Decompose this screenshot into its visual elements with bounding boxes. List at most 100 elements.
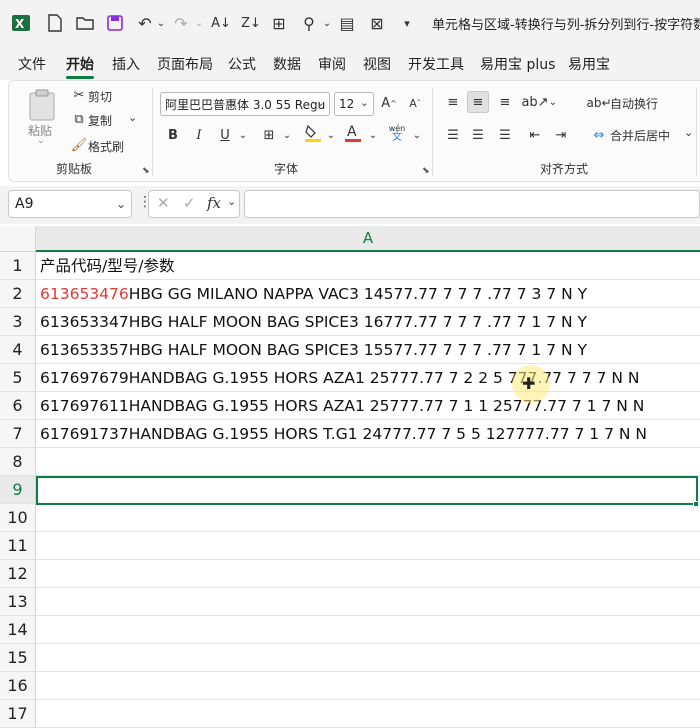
cell-a1[interactable]: 产品代码/型号/参数 — [36, 252, 700, 280]
open-folder-icon[interactable] — [74, 12, 96, 34]
tab-formulas[interactable]: 公式 — [228, 54, 256, 74]
row-header[interactable]: 15 — [0, 644, 36, 672]
italic-icon[interactable]: I — [188, 124, 210, 146]
tab-insert[interactable]: 插入 — [112, 54, 140, 74]
font-launcher-icon[interactable]: ⬊ — [422, 166, 430, 176]
cell-a13[interactable] — [36, 588, 700, 616]
font-name-select[interactable]: 阿里巴巴普惠体 3.0 55 Regu ⌄ — [160, 92, 330, 116]
name-box[interactable]: A9 ⌄ — [8, 190, 132, 218]
find-dropdown-icon[interactable]: ⌄ — [316, 12, 338, 34]
row-header[interactable]: 11 — [0, 532, 36, 560]
cell-a12[interactable] — [36, 560, 700, 588]
new-file-icon[interactable] — [44, 12, 66, 34]
row-header[interactable]: 9 — [0, 476, 36, 504]
row-header[interactable]: 6 — [0, 392, 36, 420]
tab-view[interactable]: 视图 — [363, 54, 391, 74]
row-header[interactable]: 7 — [0, 420, 36, 448]
row-header[interactable]: 16 — [0, 672, 36, 700]
decrease-font-size-icon[interactable]: Aˇ — [404, 92, 426, 114]
align-top-icon[interactable]: ≡ — [442, 91, 464, 113]
phonetic-dropdown-icon[interactable]: ⌄ — [406, 124, 428, 146]
copy-dropdown-icon[interactable]: ⌄ — [128, 111, 137, 124]
phonetic-guide-icon[interactable]: wén 文 — [386, 122, 408, 144]
tab-easyuse[interactable]: 易用宝 — [568, 54, 610, 74]
cell-a4[interactable]: 613653357HBG HALF MOON BAG SPICE3 15577.… — [36, 336, 700, 364]
row-header[interactable]: 10 — [0, 504, 36, 532]
tab-easyuse-plus[interactable]: 易用宝 plus — [480, 54, 555, 74]
ribbon-separator — [152, 88, 153, 176]
ribbon-separator — [432, 88, 433, 176]
cell-a10[interactable] — [36, 504, 700, 532]
insert-function-icon[interactable]: fx — [207, 194, 221, 212]
underline-dropdown-icon[interactable]: ⌄ — [232, 124, 254, 146]
row-header[interactable]: 14 — [0, 616, 36, 644]
cancel-icon[interactable]: ✕ — [157, 194, 170, 212]
increase-font-size-icon[interactable]: A ^ — [378, 92, 400, 114]
fill-color-dropdown-icon[interactable]: ⌄ — [320, 124, 342, 146]
bold-icon[interactable]: B — [162, 124, 184, 146]
cell-a15[interactable] — [36, 644, 700, 672]
merge-dropdown-icon[interactable]: ⌄ — [684, 126, 693, 139]
align-right-icon[interactable]: ☰ — [494, 124, 516, 146]
cell-a11[interactable] — [36, 532, 700, 560]
align-middle-icon[interactable]: ≡ — [467, 91, 489, 113]
row-header[interactable]: 4 — [0, 336, 36, 364]
decrease-indent-icon[interactable]: ⇤ — [524, 124, 546, 146]
cell-a8[interactable] — [36, 448, 700, 476]
tab-page-layout[interactable]: 页面布局 — [157, 54, 213, 74]
row-header[interactable]: 12 — [0, 560, 36, 588]
clipboard-launcher-icon[interactable]: ⬊ — [142, 166, 150, 176]
tab-file[interactable]: 文件 — [18, 54, 46, 74]
orientation-dropdown-icon[interactable]: ⌄ — [542, 91, 564, 113]
row-header[interactable]: 5 — [0, 364, 36, 392]
font-color-dropdown-icon[interactable]: ⌄ — [362, 124, 384, 146]
cell-a14[interactable] — [36, 616, 700, 644]
tab-data[interactable]: 数据 — [273, 54, 301, 74]
cell-a17[interactable] — [36, 700, 700, 728]
row-header[interactable]: 8 — [0, 448, 36, 476]
row-header[interactable]: 13 — [0, 588, 36, 616]
sort-descending-icon[interactable]: Z↓ — [240, 12, 262, 34]
row-header[interactable]: 1 — [0, 252, 36, 280]
formula-input[interactable] — [244, 190, 700, 218]
confirm-icon[interactable]: ✓ — [183, 194, 196, 212]
wrap-text-button[interactable]: ab↵ 自动换行 — [586, 92, 668, 114]
copy-button[interactable]: ⧉ 复制 ⌄ — [68, 110, 140, 130]
border-dropdown-icon[interactable]: ⌄ — [276, 124, 298, 146]
merge-center-button[interactable]: ⇔ 合并后居中 ⌄ — [588, 124, 700, 146]
customize-qat-icon[interactable]: ▾ — [396, 12, 418, 34]
save-icon[interactable] — [104, 12, 126, 34]
cell-a2[interactable]: 613653476HBG GG MILANO NAPPA VAC3 14577.… — [36, 280, 700, 308]
form-icon[interactable]: ▤ — [336, 12, 358, 34]
clear-format-icon[interactable]: ⊠ — [366, 12, 388, 34]
select-all-corner[interactable] — [0, 226, 36, 252]
function-dropdown-icon[interactable]: ⌄ — [227, 195, 236, 208]
tab-developer[interactable]: 开发工具 — [408, 54, 464, 74]
redo-dropdown-icon[interactable]: ⌄ — [188, 12, 210, 34]
cell-a6[interactable]: 617697611HANDBAG G.1955 HORS AZA1 25777.… — [36, 392, 700, 420]
align-left-icon[interactable]: ☰ — [442, 124, 464, 146]
tab-review[interactable]: 审阅 — [318, 54, 346, 74]
increase-indent-icon[interactable]: ⇥ — [550, 124, 572, 146]
row-header[interactable]: 2 — [0, 280, 36, 308]
sort-ascending-icon[interactable]: A↓ — [210, 12, 232, 34]
cell-a5[interactable]: 617697679HANDBAG G.1955 HORS AZA1 25777.… — [36, 364, 700, 392]
font-color-icon[interactable]: A — [342, 122, 364, 144]
row-header[interactable]: 17 — [0, 700, 36, 728]
cell-a7[interactable]: 617691737HANDBAG G.1955 HORS T.G1 24777.… — [36, 420, 700, 448]
cut-button[interactable]: ✂ 剪切 — [68, 86, 138, 106]
column-header-a[interactable]: A — [36, 226, 700, 252]
borders-icon[interactable]: ⊞ — [268, 12, 290, 34]
undo-dropdown-icon[interactable]: ⌄ — [150, 12, 172, 34]
align-center-icon[interactable]: ☰ — [467, 124, 489, 146]
paste-button[interactable]: 粘贴 ⌄ — [22, 86, 62, 150]
fill-handle[interactable] — [693, 501, 699, 507]
tab-home[interactable]: 开始 — [66, 54, 94, 74]
align-bottom-icon[interactable]: ≡ — [494, 91, 516, 113]
font-size-select[interactable]: 12 ⌄ — [334, 92, 374, 116]
format-painter-button[interactable]: 🖌 格式刷 — [68, 136, 140, 156]
cell-a16[interactable] — [36, 672, 700, 700]
cell-a3[interactable]: 613653347HBG HALF MOON BAG SPICE3 16777.… — [36, 308, 700, 336]
row-header[interactable]: 3 — [0, 308, 36, 336]
paste-dropdown-icon[interactable]: ⌄ — [37, 136, 45, 146]
